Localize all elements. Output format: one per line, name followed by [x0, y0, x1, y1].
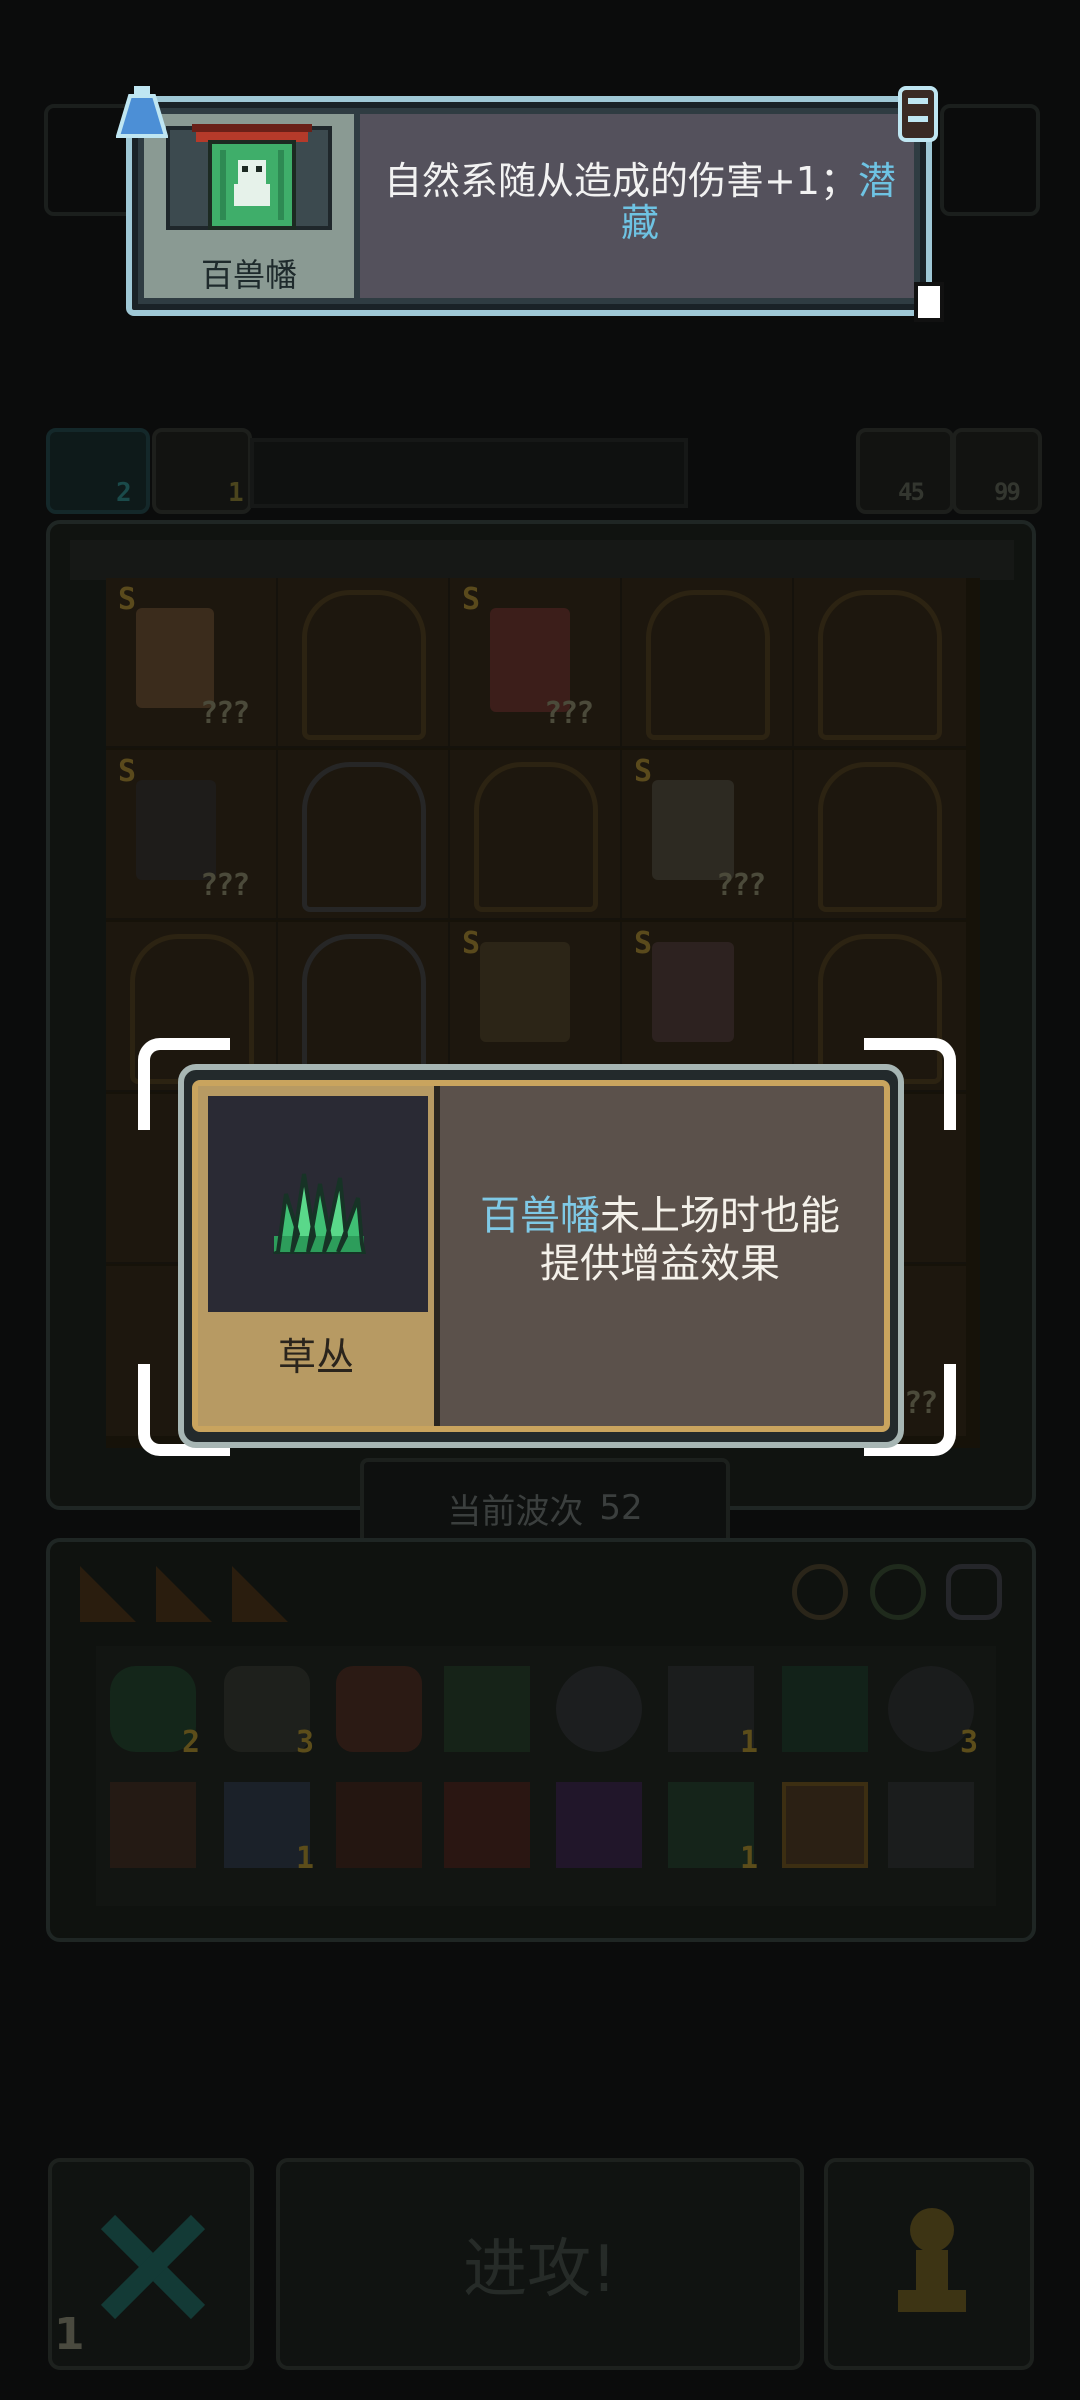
filter-icon-3[interactable] — [946, 1564, 1002, 1620]
inventory-item[interactable] — [336, 1666, 422, 1752]
empty-slot — [474, 762, 598, 912]
stat-icon-1-count: 2 — [116, 478, 132, 508]
unit-unknown: ??? — [200, 696, 250, 731]
inventory-item[interactable]: 3 — [224, 1666, 314, 1760]
board-cell[interactable] — [794, 578, 966, 748]
inventory-item[interactable] — [556, 1666, 642, 1752]
board-cell[interactable] — [622, 578, 794, 748]
unit-rank: S — [462, 926, 481, 961]
item-count: 1 — [739, 1841, 758, 1876]
inventory-item[interactable] — [782, 1782, 868, 1868]
inventory-item[interactable]: 3 — [888, 1666, 978, 1760]
tooltip-item-name: 百兽幡 — [200, 256, 297, 294]
inventory-item[interactable]: 1 — [668, 1666, 758, 1760]
cancel-count: 1 — [54, 2309, 85, 2360]
unit-rank: S — [118, 582, 137, 617]
unit-sprite — [136, 608, 214, 708]
cancel-button[interactable]: 1 — [48, 2158, 254, 2370]
stat-icon-4-count: 99 — [994, 478, 1021, 506]
banner-icon — [192, 124, 312, 230]
inventory-item[interactable] — [782, 1666, 868, 1752]
top-tooltip-corner-tab — [914, 282, 944, 322]
item-popup: 草丛 百兽幡未上场时也能 提供增益效果 — [138, 1038, 956, 1456]
tooltip-description: 自然系随从造成的伤害+1；潜 藏 — [366, 160, 914, 244]
unit-rank: S — [634, 754, 653, 789]
empty-slot — [818, 762, 942, 912]
unit-sprite — [652, 780, 734, 880]
inventory-item[interactable] — [444, 1666, 530, 1752]
inventory-item[interactable] — [888, 1782, 974, 1868]
board-cell[interactable]: S ??? — [106, 578, 312, 748]
empty-slot — [646, 590, 770, 740]
grass-icon — [273, 1173, 367, 1254]
tooltip-desc-text: 自然系随从造成的伤害+1； — [383, 159, 858, 203]
top-tooltip: 百兽幡 自然系随从造成的伤害+1；潜 藏 — [116, 86, 944, 322]
board-cell[interactable]: S ??? — [622, 750, 794, 920]
popup-desc-keyword[interactable]: 百兽幡 — [480, 1193, 600, 1239]
board-inner — [70, 540, 1014, 580]
attack-button[interactable]: 进攻! — [276, 2158, 804, 2370]
inventory-item[interactable]: 1 — [668, 1782, 758, 1876]
inventory-item[interactable] — [110, 1782, 196, 1868]
inventory-item[interactable]: 2 — [110, 1666, 200, 1760]
inventory-item[interactable] — [336, 1782, 422, 1868]
potion-corner-icon — [116, 86, 168, 138]
tooltip-desc-keyword-cont[interactable]: 藏 — [621, 201, 659, 245]
item-count: 3 — [959, 1725, 978, 1760]
unit-unknown: ??? — [544, 696, 594, 731]
popup-desc-line1: 未上场时也能 — [600, 1193, 840, 1239]
board-cell[interactable]: S ??? — [450, 578, 622, 748]
unit-rank: S — [118, 754, 137, 789]
empty-slot — [302, 590, 426, 740]
inventory-item[interactable] — [444, 1782, 530, 1868]
inventory-item[interactable] — [556, 1782, 642, 1868]
unit-sprite — [136, 780, 216, 880]
empty-slot — [302, 762, 426, 912]
tooltip-desc-keyword[interactable]: 潜 — [858, 159, 896, 203]
board-cell[interactable] — [450, 750, 622, 920]
item-count: 2 — [181, 1725, 200, 1760]
popup-desc-line2: 提供增益效果 — [540, 1241, 780, 1287]
unit-unknown: ??? — [716, 868, 766, 903]
popup-description: 百兽幡未上场时也能 提供增益效果 — [450, 1192, 870, 1288]
item-count: 3 — [295, 1725, 314, 1760]
item-count: 1 — [295, 1841, 314, 1876]
popup-item-box: 草丛 — [198, 1086, 440, 1426]
close-icon — [100, 2214, 206, 2320]
scroll-corner-icon — [898, 86, 938, 142]
unit-sprite — [652, 942, 734, 1042]
popup-item-name: 草丛 — [277, 1335, 354, 1379]
hero-button[interactable] — [824, 2158, 1034, 2370]
stat-icon-1[interactable] — [46, 428, 150, 514]
filter-icon-2[interactable] — [870, 1564, 926, 1620]
wave-label: 当前波次 — [447, 1491, 584, 1532]
empty-slot — [818, 590, 942, 740]
stat-icon-3-count: 45 — [898, 478, 925, 506]
unit-sprite — [480, 942, 570, 1042]
unit-rank: S — [634, 926, 653, 961]
board-cell[interactable] — [278, 578, 450, 748]
pawn-icon — [898, 2208, 966, 2312]
unit-rank: S — [462, 582, 481, 617]
unit-unknown: ??? — [200, 868, 250, 903]
inventory-item[interactable]: 1 — [224, 1782, 314, 1876]
dim-header-right — [940, 104, 1040, 216]
inventory-grid: 2 3 1 3 1 1 — [96, 1646, 996, 1906]
tooltip-item-box: 百兽幡 — [144, 114, 360, 298]
attack-label: 进攻! — [463, 2233, 617, 2307]
item-count: 1 — [739, 1725, 758, 1760]
board-cell[interactable] — [794, 750, 966, 920]
wave-value: 52 — [599, 1488, 643, 1528]
stat-icon-2-count: 1 — [228, 478, 244, 508]
board-cell[interactable]: S ??? — [106, 750, 278, 920]
board-cell[interactable] — [278, 750, 450, 920]
stat-bar — [250, 438, 688, 508]
filter-icon-1[interactable] — [792, 1564, 848, 1620]
